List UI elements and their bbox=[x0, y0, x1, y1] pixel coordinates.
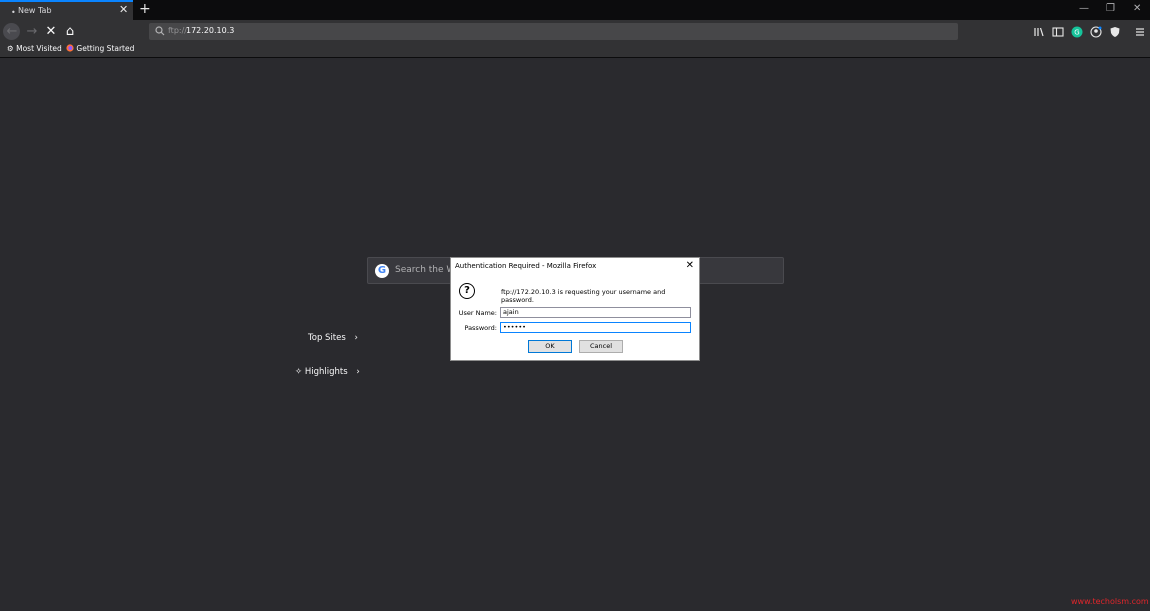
svg-text:G: G bbox=[1074, 29, 1079, 37]
restore-icon[interactable]: ❐ bbox=[1106, 3, 1115, 14]
highlights-icon: ✧ bbox=[295, 367, 303, 377]
navigation-bar: ← → ✕ ⌂ ftp:// 172.20.10.3 G bbox=[0, 20, 1150, 43]
username-field[interactable]: ajain bbox=[500, 307, 691, 318]
watermark-text: www.techolsm.com bbox=[1071, 597, 1149, 606]
dialog-close-icon[interactable]: ✕ bbox=[686, 260, 694, 271]
shield-icon[interactable] bbox=[1108, 25, 1122, 39]
highlights-label: Highlights bbox=[304, 367, 348, 377]
bookmark-label: Most Visited bbox=[16, 44, 62, 53]
tab-new-tab[interactable]: • New Tab ✕ bbox=[0, 0, 133, 20]
tab-title: New Tab bbox=[18, 6, 52, 15]
home-icon[interactable]: ⌂ bbox=[59, 20, 81, 43]
bookmark-getting-started[interactable]: Getting Started bbox=[66, 44, 134, 53]
google-icon: G bbox=[375, 264, 389, 278]
question-icon: ? bbox=[459, 283, 475, 299]
bookmarks-bar: ⚙ Most Visited Getting Started bbox=[0, 43, 1150, 58]
tab-dot: • bbox=[11, 8, 16, 17]
gear-icon: ⚙ bbox=[7, 44, 14, 53]
bookmark-most-visited[interactable]: ⚙ Most Visited bbox=[7, 44, 62, 53]
dialog-title: Authentication Required - Mozilla Firefo… bbox=[455, 262, 597, 270]
highlights-header[interactable]: ✧ Highlights › bbox=[295, 367, 360, 377]
library-icon[interactable] bbox=[1032, 25, 1046, 39]
top-sites-label: Top Sites bbox=[308, 333, 346, 343]
back-icon[interactable]: ← bbox=[1, 20, 23, 43]
chevron-right-icon: › bbox=[356, 367, 360, 377]
account-icon[interactable] bbox=[1089, 25, 1103, 39]
tab-close-icon[interactable]: ✕ bbox=[119, 3, 128, 16]
top-sites-header[interactable]: Top Sites › bbox=[308, 333, 358, 343]
username-label: User Name: bbox=[458, 309, 497, 317]
dialog-message: ftp://172.20.10.3 is requesting your use… bbox=[501, 288, 666, 304]
grammarly-icon[interactable]: G bbox=[1070, 25, 1084, 39]
sidebar-icon[interactable] bbox=[1051, 25, 1065, 39]
chevron-right-icon: › bbox=[354, 333, 358, 343]
url-protocol: ftp:// bbox=[168, 26, 187, 35]
cancel-button[interactable]: Cancel bbox=[579, 340, 623, 353]
tab-strip: • New Tab ✕ + — ❐ ✕ bbox=[0, 0, 1150, 20]
auth-dialog: Authentication Required - Mozilla Firefo… bbox=[450, 257, 700, 361]
search-icon bbox=[155, 26, 165, 36]
firefox-icon bbox=[66, 44, 74, 52]
password-label: Password: bbox=[464, 324, 497, 332]
menu-icon[interactable] bbox=[1133, 25, 1147, 39]
minimize-icon[interactable]: — bbox=[1079, 3, 1089, 14]
new-tab-button[interactable]: + bbox=[139, 1, 151, 17]
url-bar[interactable]: ftp:// 172.20.10.3 bbox=[149, 23, 958, 40]
ok-button[interactable]: OK bbox=[528, 340, 572, 353]
password-field[interactable]: •••••• bbox=[500, 322, 691, 333]
bookmark-label: Getting Started bbox=[76, 44, 135, 53]
window-close-icon[interactable]: ✕ bbox=[1133, 3, 1141, 14]
url-host: 172.20.10.3 bbox=[186, 26, 235, 35]
